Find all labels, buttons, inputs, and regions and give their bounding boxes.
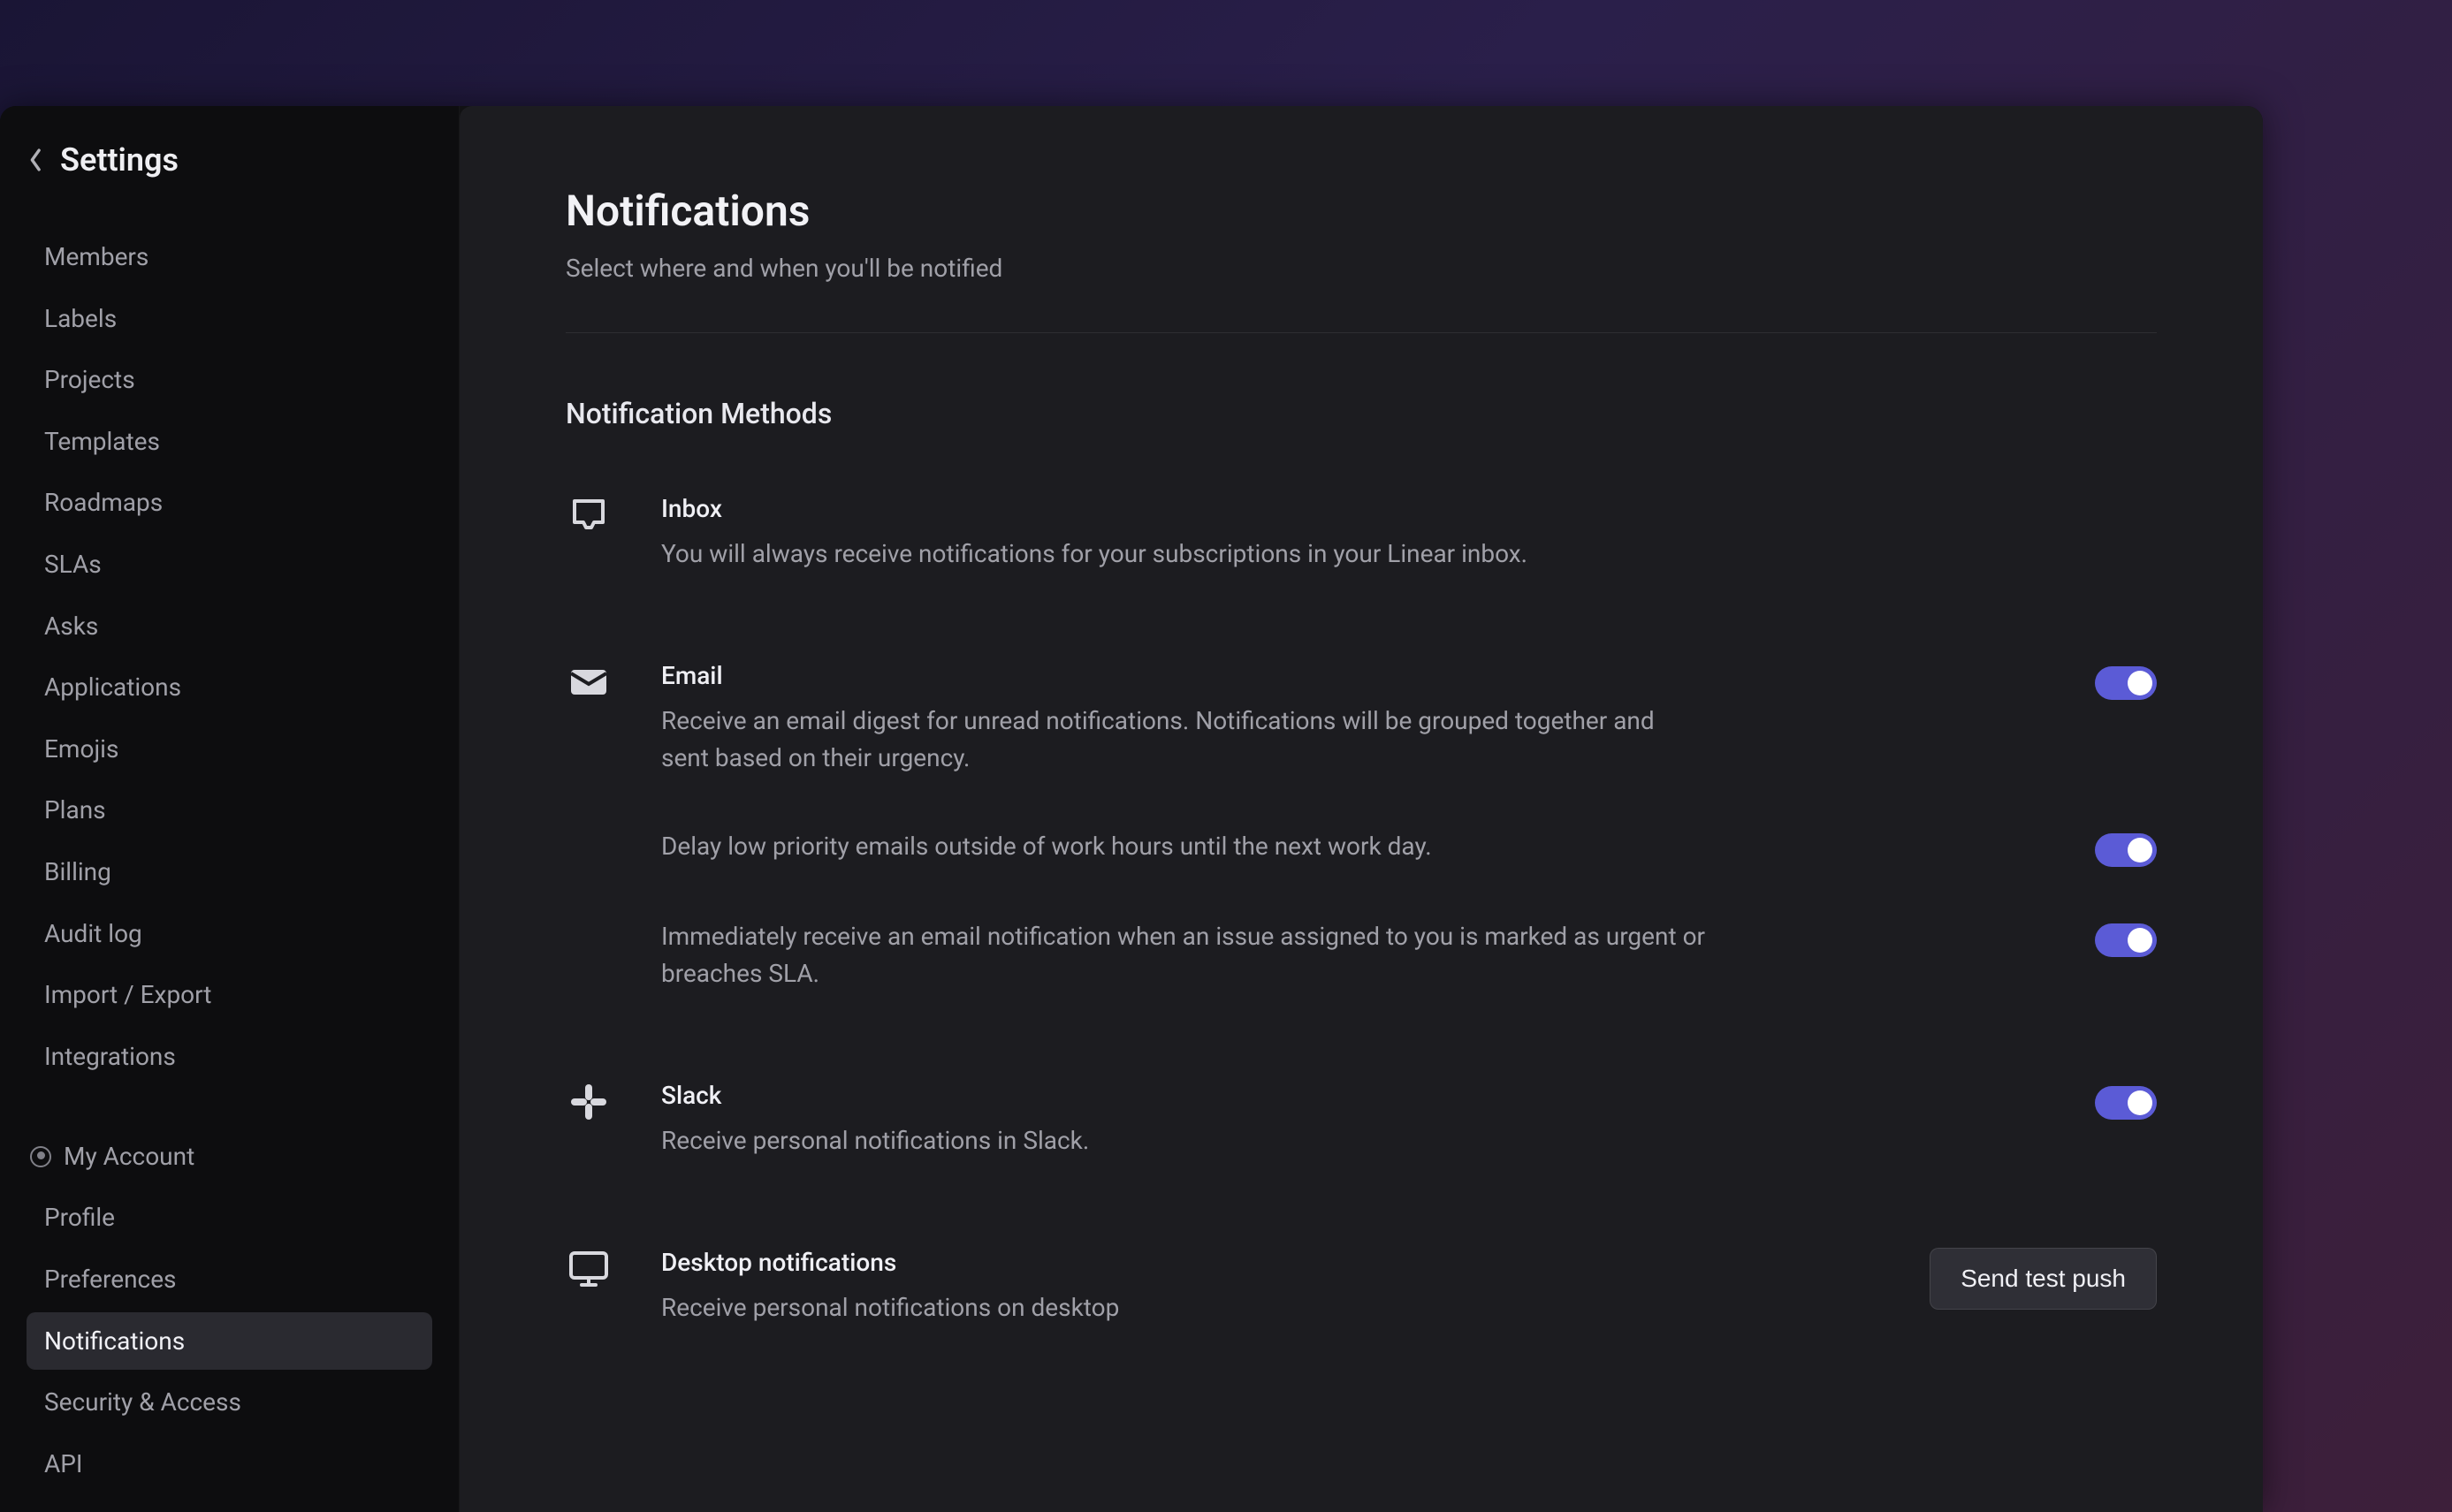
method-desktop: Desktop notifications Receive personal n… — [566, 1248, 2157, 1326]
toggle-email-urgent[interactable] — [2095, 923, 2157, 957]
method-email: Email Receive an email digest for unread… — [566, 661, 2157, 992]
sidebar-header: Settings — [27, 141, 432, 179]
main-content: Notifications Select where and when you'… — [460, 106, 2263, 1512]
toggle-email-delay[interactable] — [2095, 833, 2157, 867]
back-chevron-icon[interactable] — [27, 150, 46, 170]
sidebar-item-projects[interactable]: Projects — [27, 351, 432, 409]
sidebar-section-label: My Account — [64, 1142, 194, 1171]
toggle-slack[interactable] — [2095, 1086, 2157, 1120]
method-desktop-desc: Receive personal notifications on deskto… — [661, 1289, 1704, 1326]
sidebar-item-profile[interactable]: Profile — [27, 1189, 432, 1247]
toggle-email-digest[interactable] — [2095, 666, 2157, 700]
settings-window: Settings Members Labels Projects Templat… — [0, 106, 2263, 1512]
sidebar-item-billing[interactable]: Billing — [27, 843, 432, 901]
slack-icon — [566, 1081, 612, 1127]
method-inbox-title: Inbox — [661, 494, 2157, 523]
method-slack-desc: Receive personal notifications in Slack. — [661, 1122, 1704, 1159]
email-icon — [566, 661, 612, 707]
sidebar-item-applications[interactable]: Applications — [27, 658, 432, 717]
method-email-urgent-desc: Immediately receive an email notificatio… — [661, 918, 1775, 992]
sidebar-item-roadmaps[interactable]: Roadmaps — [27, 474, 432, 532]
section-heading: Notification Methods — [566, 397, 2157, 430]
sidebar-item-import-export[interactable]: Import / Export — [27, 966, 432, 1024]
sidebar-item-api[interactable]: API — [27, 1435, 432, 1493]
sidebar-account-list: Profile Preferences Notifications Securi… — [27, 1189, 432, 1493]
sidebar-item-security-access[interactable]: Security & Access — [27, 1373, 432, 1432]
sidebar-item-notifications[interactable]: Notifications — [27, 1312, 432, 1371]
sidebar: Settings Members Labels Projects Templat… — [0, 106, 460, 1512]
method-email-delay-desc: Delay low priority emails outside of wor… — [661, 828, 1775, 865]
sidebar-item-templates[interactable]: Templates — [27, 413, 432, 471]
sidebar-item-members[interactable]: Members — [27, 228, 432, 286]
method-inbox: Inbox You will always receive notificati… — [566, 494, 2157, 573]
sidebar-item-slas[interactable]: SLAs — [27, 536, 432, 594]
sidebar-item-integrations[interactable]: Integrations — [27, 1028, 432, 1086]
sidebar-workspace-list: Members Labels Projects Templates Roadma… — [27, 228, 432, 1085]
sidebar-title: Settings — [60, 141, 179, 179]
sidebar-item-emojis[interactable]: Emojis — [27, 720, 432, 779]
desktop-icon — [566, 1248, 612, 1294]
sidebar-item-labels[interactable]: Labels — [27, 290, 432, 348]
inbox-icon — [566, 494, 612, 540]
sidebar-item-audit-log[interactable]: Audit log — [27, 905, 432, 963]
method-slack: Slack Receive personal notifications in … — [566, 1081, 2157, 1159]
method-slack-title: Slack — [661, 1081, 1775, 1110]
sidebar-item-preferences[interactable]: Preferences — [27, 1250, 432, 1309]
sidebar-section-my-account: My Account — [27, 1128, 432, 1185]
account-icon — [30, 1146, 51, 1167]
page-subtitle: Select where and when you'll be notified — [566, 254, 2157, 283]
method-email-desc: Receive an email digest for unread notif… — [661, 703, 1704, 777]
method-inbox-desc: You will always receive notifications fo… — [661, 536, 1704, 573]
send-test-push-button[interactable]: Send test push — [1930, 1248, 2157, 1310]
page-title: Notifications — [566, 186, 2157, 236]
divider — [566, 332, 2157, 333]
method-desktop-title: Desktop notifications — [661, 1248, 1775, 1277]
sidebar-item-plans[interactable]: Plans — [27, 781, 432, 840]
sidebar-item-asks[interactable]: Asks — [27, 597, 432, 656]
method-email-title: Email — [661, 661, 1775, 690]
